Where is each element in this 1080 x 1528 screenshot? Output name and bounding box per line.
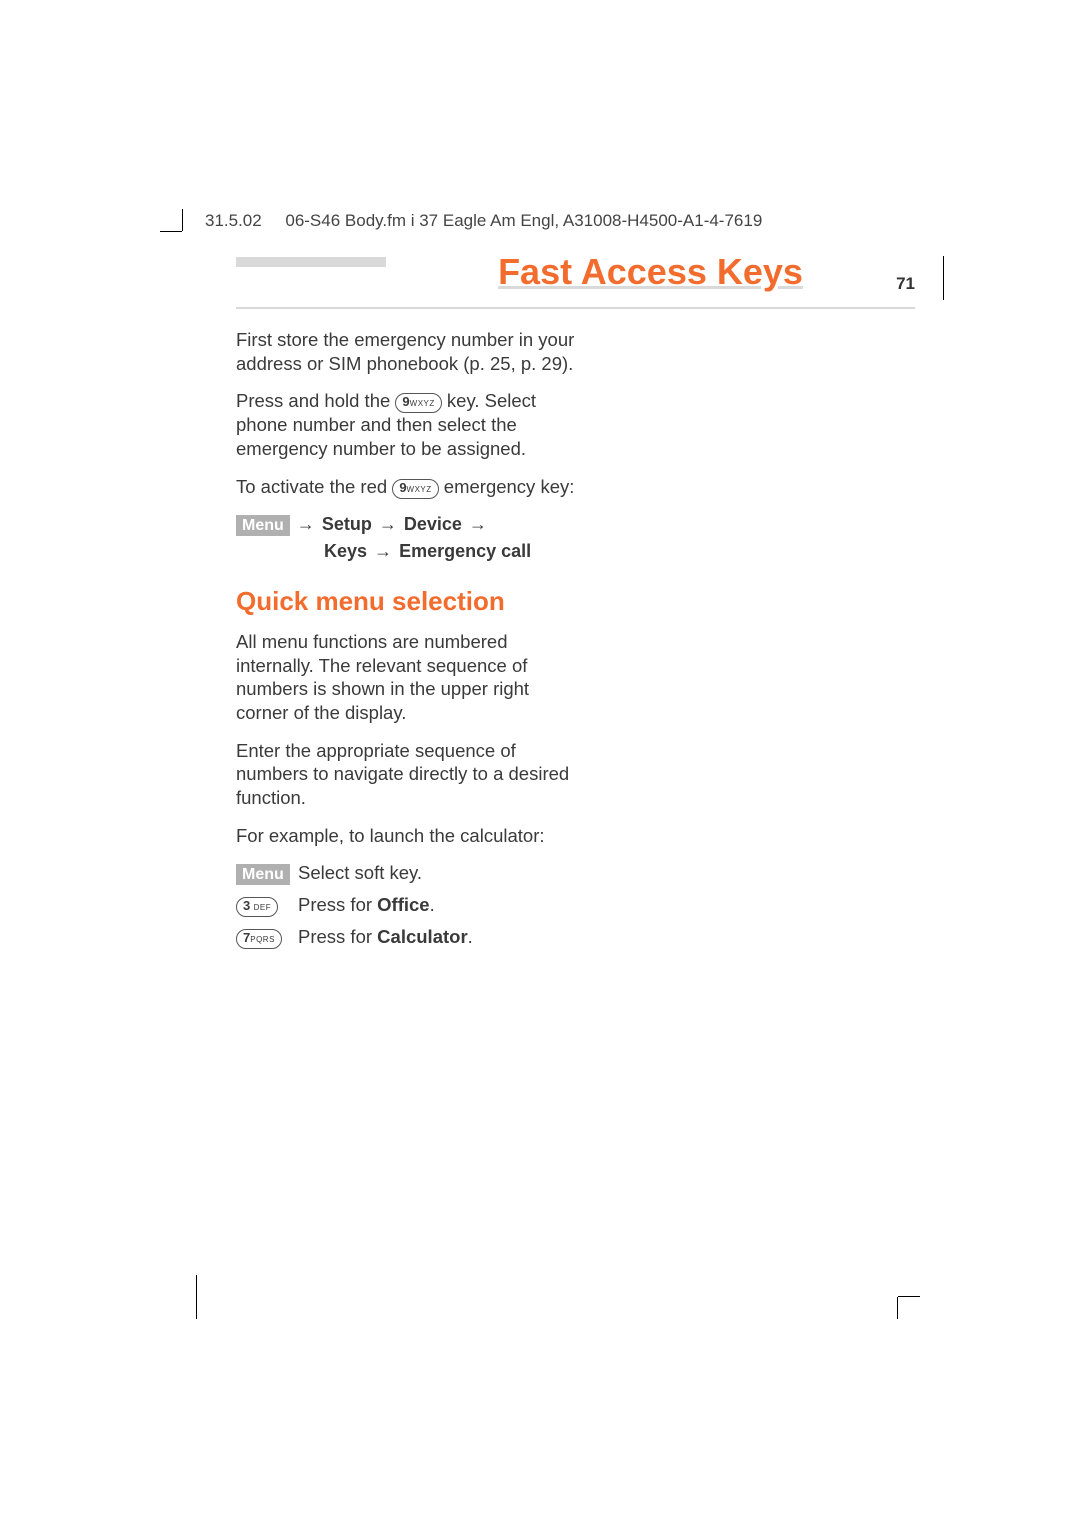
action-row-7pqrs: 7PQRS Press for Calculator. [236, 925, 582, 949]
arrow-icon: → [379, 513, 397, 536]
key-3-icon: 3 DEF [236, 897, 278, 917]
section-paragraph-3: For example, to launch the calculator: [236, 824, 582, 848]
key-9-icon: 9WXYZ [392, 479, 438, 499]
crop-mark [160, 231, 182, 232]
doc-header-meta: 31.5.02 06-S46 Body.fm i 37 Eagle Am Eng… [205, 211, 762, 231]
intro-paragraph-2: Press and hold the 9WXYZ key. Select pho… [236, 389, 582, 460]
body-column: First store the emergency number in your… [236, 328, 582, 957]
path-setup: Setup [322, 514, 372, 534]
text-fragment: Press and hold the [236, 390, 395, 411]
text-bold: Office [377, 894, 429, 915]
crop-mark [943, 256, 944, 300]
text-fragment: . [430, 894, 435, 915]
crop-mark [182, 209, 183, 231]
text-bold: Calculator [377, 926, 467, 947]
action-key: 3 DEF [236, 893, 298, 917]
action-text: Press for Calculator. [298, 925, 582, 949]
intro-paragraph-3: To activate the red 9WXYZ emergency key: [236, 475, 582, 499]
intro-paragraph-1: First store the emergency number in your… [236, 328, 582, 375]
page-title: Fast Access Keys [386, 251, 915, 293]
key-digit: 9 [399, 480, 406, 495]
crop-mark [897, 1297, 898, 1319]
key-letters: DEF [254, 903, 272, 912]
text-fragment: emergency key: [444, 476, 575, 497]
action-row-3def: 3 DEF Press for Office. [236, 893, 582, 917]
action-list: Menu Select soft key. 3 DEF Press for Of… [236, 861, 582, 949]
crop-mark [898, 1296, 920, 1297]
title-band: Fast Access Keys [236, 257, 915, 309]
doc-date: 31.5.02 [205, 211, 262, 230]
arrow-icon: → [374, 540, 392, 563]
menu-softkey-label: Menu [236, 515, 290, 536]
action-row-menu: Menu Select soft key. [236, 861, 582, 885]
key-9-icon: 9WXYZ [395, 393, 441, 413]
action-key: Menu [236, 861, 298, 885]
arrow-icon: → [297, 513, 315, 536]
section-paragraph-1: All menu functions are numbered internal… [236, 630, 582, 725]
key-letters: WXYZ [407, 485, 432, 494]
text-fragment: Press for [298, 894, 377, 915]
section-paragraph-2: Enter the appropriate sequence of number… [236, 739, 582, 810]
text-fragment: Press for [298, 926, 377, 947]
doc-segment: 06-S46 Body.fm i 37 Eagle Am Engl, A3100… [285, 211, 762, 230]
text-fragment: . [468, 926, 473, 947]
key-digit: 9 [402, 394, 409, 409]
page-number: 71 [896, 274, 915, 294]
action-text: Press for Office. [298, 893, 582, 917]
path-keys: Keys [324, 541, 367, 561]
key-letters: WXYZ [410, 399, 435, 408]
menu-softkey-label: Menu [236, 864, 290, 885]
key-letters: PQRS [250, 935, 275, 944]
key-7-icon: 7PQRS [236, 929, 282, 949]
section-heading-quick-menu: Quick menu selection [236, 585, 582, 618]
action-key: 7PQRS [236, 925, 298, 949]
text-fragment: To activate the red [236, 476, 392, 497]
crop-mark [196, 1275, 197, 1319]
arrow-icon: → [469, 513, 487, 536]
menu-path: Menu → Setup → Device → Keys → Emergency… [236, 513, 582, 563]
key-digit: 3 [243, 898, 250, 913]
path-emergency-call: Emergency call [399, 541, 531, 561]
path-device: Device [404, 514, 462, 534]
action-text: Select soft key. [298, 861, 582, 885]
